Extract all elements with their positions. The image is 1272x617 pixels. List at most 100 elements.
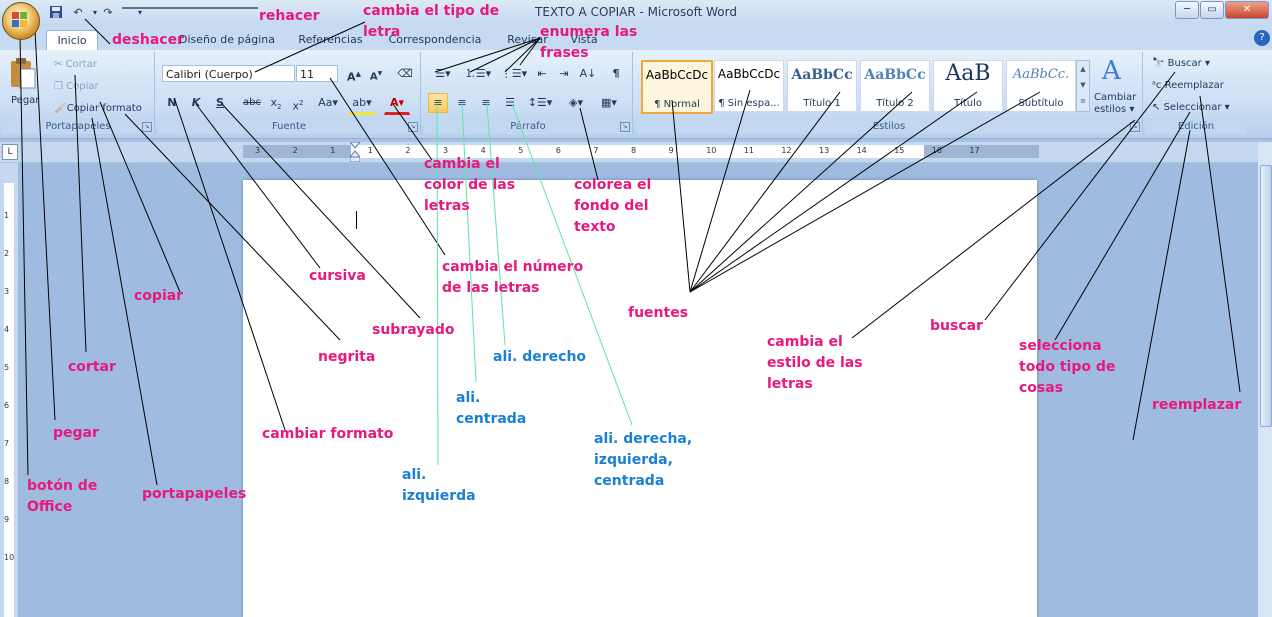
ruler-number: 3 (255, 146, 261, 155)
ruler-strip[interactable] (243, 145, 1039, 158)
vertical-ruler-number: 1 (4, 211, 10, 220)
paste-icon (11, 58, 36, 89)
highlight-icon[interactable]: ab▾ (348, 93, 376, 115)
binoculars-icon: 🔭 (1152, 58, 1168, 69)
annotation-cambia-color: cambia el color de las letras (424, 156, 516, 214)
align-right-icon[interactable]: ≡ (476, 93, 496, 113)
change-styles-label-2: estilos ▾ (1094, 104, 1135, 115)
borders-icon[interactable]: ▦▾ (594, 93, 624, 113)
replace-icon: ᵃc (1152, 80, 1165, 91)
annotation-reemplazar: reemplazar (1152, 397, 1242, 413)
copy-button[interactable]: ❐ Copiar (54, 79, 99, 95)
tab-diseno-de-pagina[interactable]: Diseño de página (178, 30, 276, 49)
font-name-combo[interactable]: Calibri (Cuerpo) (162, 65, 295, 82)
copy-icon: ❐ (54, 81, 67, 92)
style-subtitulo[interactable]: AaBbCc. Subtítulo (1006, 60, 1076, 112)
office-logo-icon (12, 12, 28, 28)
ruler-number: 11 (743, 146, 754, 155)
annotation-ali-izquierda: ali. izquierda (402, 467, 476, 504)
grow-font-icon[interactable]: A▲ (344, 64, 364, 84)
style-titulo[interactable]: AaB Título (933, 60, 1003, 112)
font-color-icon[interactable]: A▾ (384, 93, 410, 115)
styles-launcher-icon[interactable]: ↘ (1130, 122, 1140, 132)
find-button[interactable]: 🔭 Buscar ▾ (1152, 56, 1210, 72)
ruler-number: 6 (555, 146, 561, 155)
align-left-icon[interactable]: ≡ (428, 93, 448, 113)
format-painter-button[interactable]: 🖌Copiar formato (54, 101, 142, 117)
change-styles-button[interactable]: A Cambiar estilos ▾ (1092, 54, 1140, 118)
indent-marker-icon[interactable] (350, 142, 360, 162)
shrink-font-icon[interactable]: A▼ (366, 64, 386, 84)
style-sin-espacio[interactable]: AaBbCcDc ¶ Sin espa... (714, 60, 784, 112)
clipboard-launcher-icon[interactable]: ↘ (142, 122, 152, 132)
vertical-ruler-number: 6 (4, 401, 10, 410)
cut-button[interactable]: ✂ Cortar (54, 57, 97, 73)
scrollbar-thumb[interactable] (1260, 165, 1272, 427)
underline-icon[interactable]: S (210, 93, 230, 113)
ruler-number: 15 (894, 146, 905, 155)
style-normal[interactable]: AaBbCcDc ¶ Normal (641, 60, 713, 114)
change-case-icon[interactable]: Aa▾ (314, 93, 342, 113)
horizontal-ruler: L 3 2 1 1 2 3 4 5 6 7 8 9 10 11 12 13 14 15 16 17 (0, 142, 1262, 162)
style-titulo-1[interactable]: AaBbCc Título 1 (787, 60, 857, 112)
ruler-number: 10 (706, 146, 717, 155)
ruler-number: 16 (931, 146, 942, 155)
annotation-buscar: buscar (930, 318, 983, 334)
ruler-number: 14 (856, 146, 867, 155)
paragraph-launcher-icon[interactable]: ↘ (620, 122, 630, 132)
annotation-negrita: negrita (318, 349, 376, 365)
justify-icon[interactable]: ☰ (500, 93, 520, 113)
multilevel-list-icon[interactable]: ⋮☰▾ (498, 64, 530, 84)
italic-icon[interactable]: K (186, 93, 206, 113)
redo-icon[interactable]: ↷ (100, 5, 116, 20)
close-button[interactable]: ✕ (1225, 1, 1269, 19)
vertical-ruler-number: 10 (4, 553, 15, 562)
shading-icon[interactable]: ◈▾ (562, 93, 590, 113)
annotation-selecciona: selecciona todo tipo de cosas (1019, 338, 1116, 396)
font-launcher-icon[interactable]: ↘ (408, 122, 418, 132)
superscript-icon[interactable]: x2 (288, 93, 308, 113)
scissors-icon: ✂ (54, 59, 66, 70)
save-icon[interactable] (48, 5, 64, 20)
undo-icon[interactable]: ↶ (70, 5, 86, 20)
minimize-button[interactable]: ─ (1175, 1, 1199, 19)
annotation-pegar: pegar (53, 425, 99, 441)
styles-group: AaBbCcDc ¶ Normal AaBbCcDc ¶ Sin espa...… (636, 52, 1143, 134)
annotation-ali-der-izq-cen: ali. derecha, izquierda, centrada (594, 431, 693, 489)
annotation-cursiva: cursiva (309, 268, 366, 284)
subscript-icon[interactable]: x2 (266, 93, 286, 113)
numbering-icon[interactable]: ⒈☰▾ (462, 64, 494, 84)
select-button[interactable]: ↖ Seleccionar ▾ (1152, 100, 1230, 116)
align-center-icon[interactable]: ≡ (452, 93, 472, 113)
document-page[interactable] (243, 180, 1037, 617)
help-icon[interactable]: ? (1254, 30, 1270, 46)
ruler-number: 1 (330, 146, 336, 155)
bullets-icon[interactable]: ☰▾ (428, 64, 458, 84)
style-titulo-2[interactable]: AaBbCc Título 2 (860, 60, 930, 112)
paste-button[interactable]: Pegar (5, 55, 41, 111)
increase-indent-icon[interactable]: ⇥ (554, 64, 574, 84)
annotation-ali-derecho: ali. derecho (493, 349, 587, 365)
replace-button[interactable]: ᵃc Reemplazar (1152, 78, 1224, 94)
clipboard-group: Pegar ✂ Cortar ❐ Copiar 🖌Copiar formato … (2, 52, 155, 134)
paste-label: Pegar (11, 95, 40, 106)
ruler-number: 2 (292, 146, 298, 155)
annotation-cambia-estilo: cambia el estilo de las letras (767, 334, 863, 392)
customize-quick-access-icon[interactable]: ▾ (132, 5, 148, 20)
strikethrough-icon[interactable]: abc (240, 93, 264, 113)
tab-referencias[interactable]: Referencias (298, 30, 363, 49)
sort-icon[interactable]: A↓ (578, 64, 598, 84)
vertical-ruler-number: 5 (4, 363, 10, 372)
tab-selector-icon[interactable]: L (2, 144, 18, 160)
font-size-combo[interactable]: 11 (296, 65, 338, 82)
maximize-button[interactable]: ▭ (1200, 1, 1224, 19)
clear-formatting-icon[interactable]: ⌫ (394, 64, 416, 84)
decrease-indent-icon[interactable]: ⇤ (532, 64, 552, 84)
line-spacing-icon[interactable]: ↕☰▾ (526, 93, 554, 113)
office-button[interactable] (2, 2, 40, 40)
bold-icon[interactable]: N (162, 93, 182, 113)
styles-scroll[interactable]: ▲ ▼ ≡ (1076, 60, 1090, 112)
tab-inicio[interactable]: Inicio (46, 30, 98, 50)
vertical-ruler-number: 2 (4, 249, 10, 258)
show-marks-icon[interactable]: ¶ (606, 64, 626, 84)
